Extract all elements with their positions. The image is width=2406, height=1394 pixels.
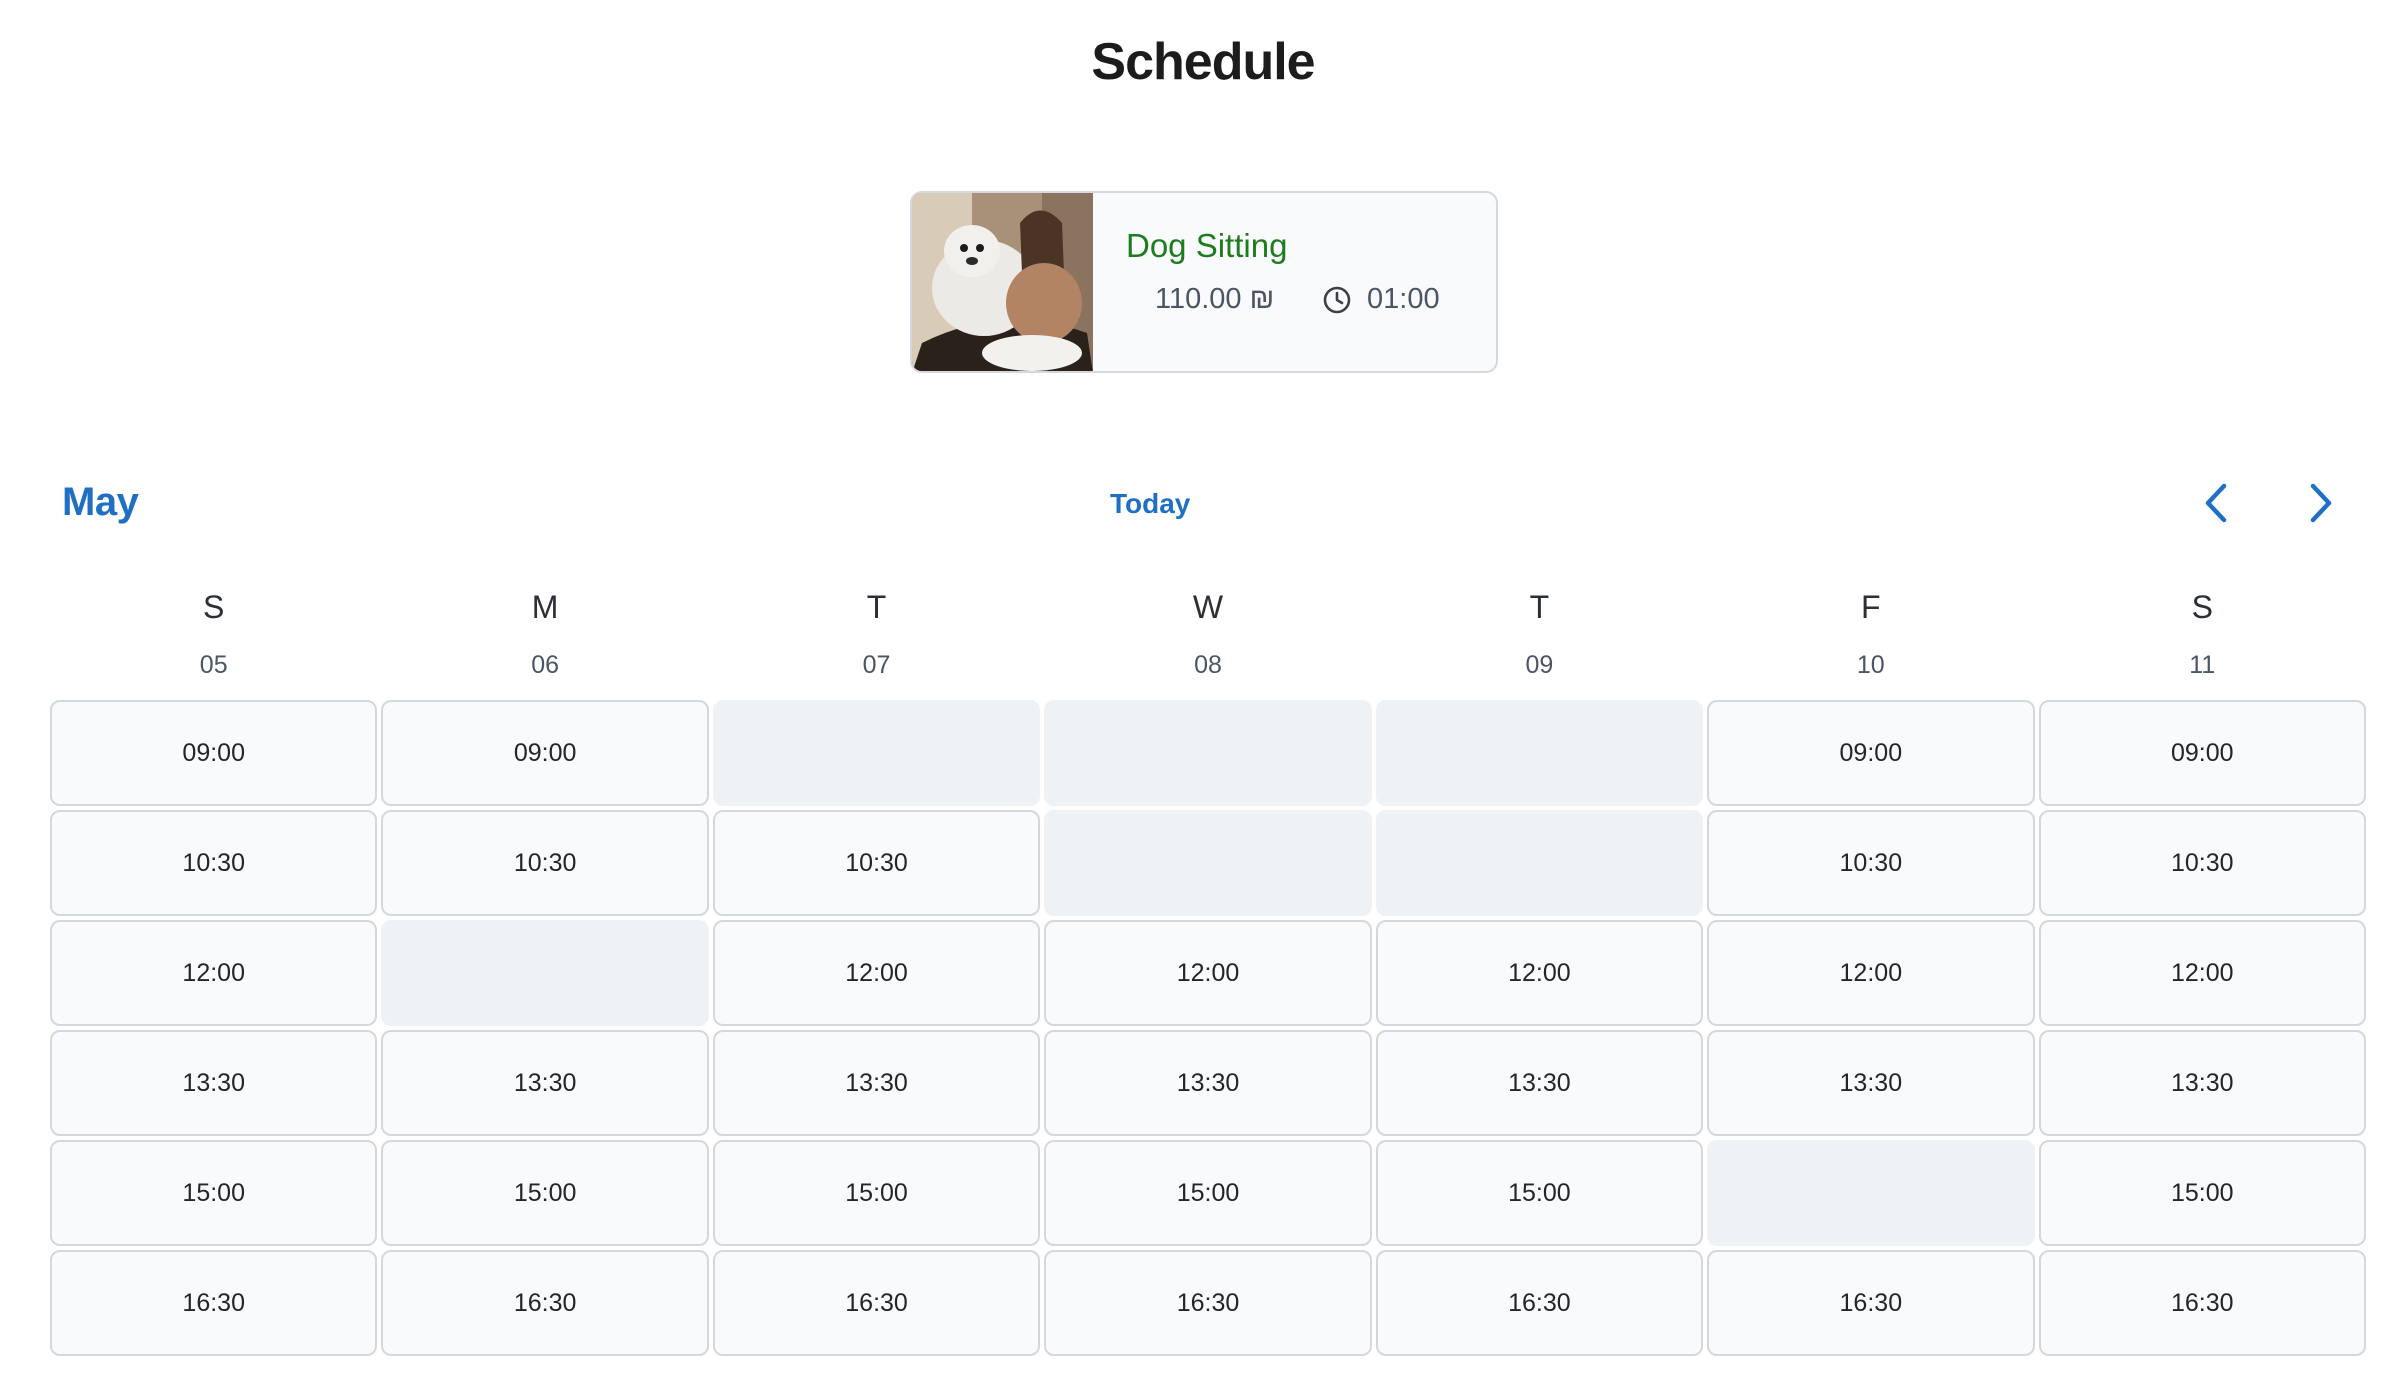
time-slot-button[interactable]: 12:00 — [1375, 920, 1704, 1026]
chevron-left-icon — [2205, 483, 2227, 523]
time-slot-button[interactable]: 12:00 — [1707, 920, 2035, 1026]
day-column: W 08 12:00 13:30 15:00 16:30 — [1044, 585, 1372, 1356]
day-letter: T — [1529, 589, 1550, 625]
day-date: 05 — [199, 651, 228, 679]
unavailable-slot — [381, 920, 709, 1026]
time-slot-button[interactable]: 16:30 — [1375, 1250, 1704, 1356]
time-slot-button[interactable]: 15:00 — [1044, 1140, 1372, 1246]
time-slot-list: 09:00 10:30 12:00 13:30 15:00 16:30 — [50, 700, 378, 1356]
page-title: Schedule — [1091, 33, 1315, 91]
time-slot-button[interactable]: 10:30 — [2038, 810, 2366, 916]
time-slot-button[interactable]: 16:30 — [50, 1250, 378, 1356]
clock-icon — [1323, 286, 1351, 314]
service-card[interactable]: Dog Sitting 110.00 ₪ 01:00 — [910, 191, 1498, 373]
time-slot-button[interactable]: 09:00 — [1707, 700, 2035, 806]
time-slot-button[interactable]: 15:00 — [712, 1140, 1041, 1246]
time-slot-button[interactable]: 12:00 — [1044, 920, 1372, 1026]
unavailable-slot — [1707, 1140, 2035, 1246]
day-column: S 05 09:00 10:30 12:00 13:30 15:00 16:30 — [50, 585, 378, 1356]
day-letter: T — [866, 589, 887, 625]
time-slot-button[interactable]: 16:30 — [381, 1250, 709, 1356]
time-slot-button[interactable]: 16:30 — [2038, 1250, 2366, 1356]
time-slot-list: 12:00 13:30 15:00 16:30 — [1044, 700, 1372, 1356]
time-slot-button[interactable]: 12:00 — [50, 920, 378, 1026]
week-grid: S 05 09:00 10:30 12:00 13:30 15:00 16:30 M 06 09:0… — [50, 585, 2366, 1356]
time-slot-button[interactable]: 10:30 — [50, 810, 378, 916]
service-name: Dog Sitting — [1126, 227, 1288, 264]
time-slot-button[interactable]: 13:30 — [1375, 1030, 1704, 1136]
prev-week-button[interactable] — [2192, 478, 2242, 528]
day-date: 08 — [1194, 651, 1222, 679]
time-slot-list: 09:00 10:30 12:00 13:30 16:30 — [1707, 700, 2035, 1356]
time-slot-button[interactable]: 13:30 — [2038, 1030, 2366, 1136]
time-slot-button[interactable]: 16:30 — [712, 1250, 1041, 1356]
chevron-right-icon — [2310, 483, 2332, 523]
unavailable-slot — [1044, 700, 1372, 806]
time-slot-button[interactable]: 16:30 — [1044, 1250, 1372, 1356]
time-slot-button[interactable]: 10:30 — [1707, 810, 2035, 916]
time-slot-list: 09:00 10:30 13:30 15:00 16:30 — [381, 700, 709, 1356]
service-duration: 01:00 — [1367, 283, 1440, 315]
time-slot-button[interactable]: 13:30 — [381, 1030, 709, 1136]
time-slot-button[interactable]: 15:00 — [1375, 1140, 1704, 1246]
day-date: 06 — [531, 651, 560, 679]
time-slot-button[interactable]: 12:00 — [2038, 920, 2366, 1026]
day-letter: W — [1192, 589, 1224, 625]
time-slot-button[interactable]: 10:30 — [381, 810, 709, 916]
unavailable-slot — [1375, 700, 1704, 806]
day-column: T 09 12:00 13:30 15:00 16:30 — [1375, 585, 1704, 1356]
dog-photo — [912, 193, 1093, 371]
time-slot-button[interactable]: 12:00 — [712, 920, 1041, 1026]
day-column: S 11 09:00 10:30 12:00 13:30 15:00 16:30 — [2038, 585, 2366, 1356]
time-slot-button[interactable]: 09:00 — [50, 700, 378, 806]
next-week-button[interactable] — [2295, 478, 2345, 528]
today-button[interactable]: Today — [1110, 488, 1190, 520]
time-slot-button[interactable]: 13:30 — [1707, 1030, 2035, 1136]
time-slot-button[interactable]: 13:30 — [712, 1030, 1041, 1136]
time-slot-button[interactable]: 15:00 — [381, 1140, 709, 1246]
day-letter: F — [1861, 589, 1881, 625]
time-slot-list: 12:00 13:30 15:00 16:30 — [1375, 700, 1704, 1356]
day-letter: S — [203, 589, 225, 625]
unavailable-slot — [1375, 810, 1704, 916]
day-column: M 06 09:00 10:30 13:30 15:00 16:30 — [381, 585, 709, 1356]
time-slot-button[interactable]: 15:00 — [2038, 1140, 2366, 1246]
unavailable-slot — [712, 700, 1041, 806]
day-date: 09 — [1525, 651, 1554, 679]
time-slot-button[interactable]: 16:30 — [1707, 1250, 2035, 1356]
time-slot-button[interactable]: 15:00 — [50, 1140, 378, 1246]
day-column: T 07 10:30 12:00 13:30 15:00 16:30 — [712, 585, 1041, 1356]
time-slot-button[interactable]: 10:30 — [712, 810, 1041, 916]
service-price: 110.00 ₪ — [1155, 283, 1275, 315]
unavailable-slot — [1044, 810, 1372, 916]
month-label: May — [62, 480, 139, 524]
time-slot-button[interactable]: 09:00 — [2038, 700, 2366, 806]
time-slot-button[interactable]: 09:00 — [381, 700, 709, 806]
day-letter: M — [531, 589, 559, 625]
day-column: F 10 09:00 10:30 12:00 13:30 16:30 — [1707, 585, 2035, 1356]
time-slot-button[interactable]: 13:30 — [1044, 1030, 1372, 1136]
day-date: 11 — [2189, 651, 2216, 679]
day-date: 07 — [862, 651, 891, 679]
time-slot-list: 09:00 10:30 12:00 13:30 15:00 16:30 — [2038, 700, 2366, 1356]
time-slot-list: 10:30 12:00 13:30 15:00 16:30 — [712, 700, 1041, 1356]
day-date: 10 — [1856, 651, 1885, 679]
day-letter: S — [2191, 589, 2213, 625]
time-slot-button[interactable]: 13:30 — [50, 1030, 378, 1136]
